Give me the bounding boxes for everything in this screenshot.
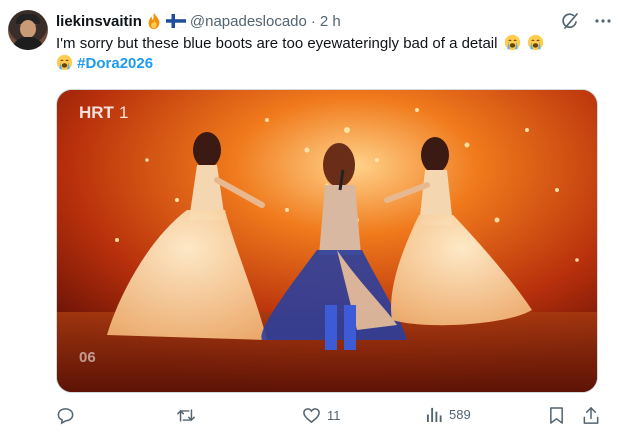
views-icon: [426, 407, 442, 423]
entry-number: 06: [79, 349, 96, 366]
tweet[interactable]: liekinsvaitin @napadeslocado · 2 h I'm s…: [0, 0, 622, 438]
tweet-header: liekinsvaitin @napadeslocado · 2 h: [56, 10, 612, 32]
share-icon: [583, 407, 599, 424]
like-count: 11: [327, 408, 341, 423]
author-handle[interactable]: @napadeslocado: [190, 13, 307, 30]
loudly-crying-face-icon: [504, 34, 520, 51]
bookmark-button[interactable]: [548, 406, 565, 425]
author-name[interactable]: liekinsvaitin: [56, 13, 142, 30]
reply-button[interactable]: [56, 406, 81, 425]
timestamp[interactable]: 2 h: [320, 13, 341, 30]
avatar[interactable]: [8, 10, 48, 50]
broadcaster-channel-text: 1: [119, 103, 128, 122]
repost-icon: [177, 409, 195, 422]
share-button[interactable]: [582, 406, 600, 425]
loudly-crying-face-icon: [527, 34, 543, 51]
header-actions: [560, 11, 612, 31]
separator-dot: ·: [310, 12, 316, 30]
media-image[interactable]: HRT 1 06: [56, 89, 598, 393]
views-button[interactable]: 589: [426, 406, 471, 423]
tweet-text: I'm sorry but these blue boots are too e…: [56, 34, 606, 74]
loudly-crying-face-icon: [56, 54, 73, 71]
like-button[interactable]: 11: [302, 406, 341, 425]
hashtag-link[interactable]: #Dora2026: [77, 55, 153, 72]
fire-icon: [145, 12, 163, 30]
heart-icon: [303, 408, 320, 424]
bookmark-icon: [550, 407, 563, 424]
grok-icon[interactable]: [560, 11, 580, 31]
broadcaster-logo-text: HRT: [79, 103, 115, 122]
avatar-shirt: [12, 37, 44, 50]
tweet-body-text: I'm sorry but these blue boots are too e…: [56, 35, 498, 52]
action-bar: 11 589: [56, 406, 606, 428]
reply-icon: [57, 408, 74, 425]
more-options-icon[interactable]: [594, 12, 612, 30]
repost-button[interactable]: [176, 406, 202, 425]
finland-flag-icon: [165, 14, 186, 28]
stage-performance-image: HRT 1 06: [57, 90, 597, 392]
avatar-face: [20, 20, 36, 38]
views-count: 589: [449, 407, 471, 422]
broadcaster-logo: HRT 1: [79, 103, 128, 122]
